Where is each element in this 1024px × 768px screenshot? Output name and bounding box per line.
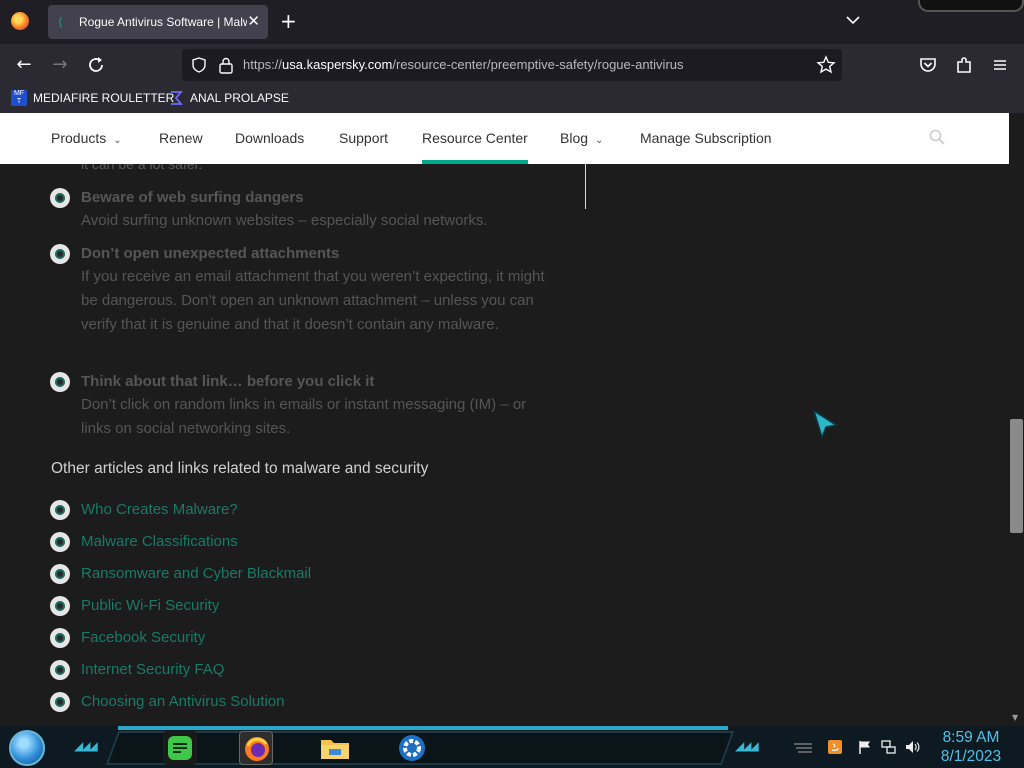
url-bar[interactable]: https://usa.kaspersky.com/resource-cente…	[182, 49, 842, 81]
tip-body: Avoid surfing unknown websites – especia…	[81, 212, 488, 229]
related-link[interactable]: Facebook Security	[81, 629, 205, 646]
clock-time: 8:59 AM	[942, 729, 1000, 746]
nav-label: Blog	[560, 130, 589, 146]
chevron-down-icon[interactable]	[845, 12, 861, 28]
notes-icon[interactable]	[163, 731, 197, 765]
shield-icon[interactable]	[190, 56, 208, 74]
url-prefix: https://	[243, 57, 283, 72]
firefox-icon[interactable]	[239, 731, 273, 765]
related-link[interactable]: Public Wi-Fi Security	[81, 597, 219, 614]
related-link[interactable]: Internet Security FAQ	[81, 661, 224, 678]
url-path: /resource-center/preemptive-safety/rogue…	[392, 57, 684, 72]
taskbar-glow	[118, 726, 728, 730]
nav-label: Renew	[159, 130, 203, 146]
bullet-icon	[50, 532, 70, 552]
nav-item-support[interactable]: Support	[339, 130, 388, 146]
taskbar-lines-icon	[794, 743, 812, 753]
browser-tab-bar: ⟨ Rogue Antivirus Software | Malware ✕ +	[0, 0, 1024, 44]
bookmark-second[interactable]: ANAL PROLAPSE	[168, 90, 289, 106]
url-text[interactable]: https://usa.kaspersky.com/resource-cente…	[243, 57, 684, 72]
sidebar-divider	[585, 164, 586, 209]
faded-text: it can be a lot safer.	[81, 164, 203, 172]
system-clock[interactable]: 8:59 AM 8/1/2023	[936, 728, 1006, 766]
article-content: it can be a lot safer. Beware of web sur…	[0, 164, 1009, 726]
bullet-icon	[50, 692, 70, 712]
search-icon[interactable]	[928, 128, 946, 146]
site-navigation: Products ⌄ Renew Downloads Support Resour…	[0, 113, 1009, 164]
volume-icon[interactable]	[904, 739, 920, 755]
browser-tab-active[interactable]: ⟨ Rogue Antivirus Software | Malware ✕	[48, 5, 268, 39]
forward-arrow-icon[interactable]: →	[48, 53, 72, 77]
bullet-icon	[50, 188, 70, 208]
related-link[interactable]: Choosing an Antivirus Solution	[81, 693, 284, 710]
scrollbar-thumb[interactable]	[1010, 419, 1023, 533]
nav-label: Resource Center	[422, 130, 528, 146]
bookmark-label: MEDIAFIRE ROULETTER	[33, 91, 175, 105]
file-explorer-icon[interactable]	[318, 731, 352, 765]
related-link[interactable]: Ransomware and Cyber Blackmail	[81, 565, 311, 582]
pocket-icon[interactable]	[916, 53, 940, 77]
tab-title: Rogue Antivirus Software | Malware	[79, 15, 247, 29]
nav-item-blog[interactable]: Blog ⌄	[560, 130, 603, 146]
tip-body: Don’t click on random links in emails or…	[81, 396, 527, 437]
new-tab-button[interactable]: +	[280, 11, 297, 31]
related-articles-heading: Other articles and links related to malw…	[51, 460, 429, 477]
mouse-cursor-icon	[812, 409, 838, 439]
reload-icon[interactable]	[84, 53, 108, 77]
url-host: usa.kaspersky.com	[282, 57, 393, 72]
java-icon[interactable]	[827, 739, 843, 755]
extensions-icon[interactable]	[952, 53, 976, 77]
sigma-icon	[171, 91, 183, 105]
back-arrow-icon[interactable]: ←	[12, 53, 36, 77]
decorative-chevrons-icon: ◢◢◢	[735, 739, 759, 753]
tip-body: If you receive an email attachment that …	[81, 268, 545, 333]
nav-label: Products	[51, 130, 107, 146]
related-link[interactable]: Who Creates Malware?	[81, 501, 238, 518]
decorative-chevrons-icon: ◢◢◢	[74, 739, 98, 753]
bullet-icon	[50, 596, 70, 616]
window-decoration	[918, 0, 1024, 12]
related-link[interactable]: Malware Classifications	[81, 533, 238, 550]
chevron-down-icon: ⌄	[113, 135, 122, 146]
tip-title: Beware of web surfing dangers	[81, 189, 304, 206]
network-icon[interactable]	[880, 739, 896, 755]
bookmark-star-icon[interactable]	[816, 55, 836, 75]
chevron-down-icon: ⌄	[595, 135, 604, 146]
bullet-icon	[50, 628, 70, 648]
os-taskbar: ◢◢◢ ◢◢◢ 8:59 AM 8/1/2023	[0, 726, 1024, 768]
nav-item-products[interactable]: Products ⌄	[51, 130, 122, 146]
nav-label: Downloads	[235, 130, 305, 146]
start-button[interactable]	[9, 730, 45, 766]
nav-item-resource-center[interactable]: Resource Center	[422, 130, 528, 146]
nav-label: Support	[339, 130, 389, 146]
bullet-icon	[50, 500, 70, 520]
bullet-icon	[50, 564, 70, 584]
mediafire-icon: MF T	[11, 90, 27, 106]
bookmark-label: ANAL PROLAPSE	[190, 91, 289, 105]
bullet-icon	[50, 244, 70, 264]
kaspersky-favicon-icon: ⟨	[58, 14, 63, 29]
bookmark-mediafire[interactable]: MF T MEDIAFIRE ROULETTER	[11, 90, 174, 106]
tip-title: Think about that link… before you click …	[81, 373, 375, 390]
bullet-icon	[50, 372, 70, 392]
close-tab-icon[interactable]: ✕	[247, 13, 260, 29]
nav-label: Manage Subscription	[640, 130, 772, 146]
lock-icon[interactable]	[218, 56, 234, 74]
bookmarks-toolbar: MF T MEDIAFIRE ROULETTER ANAL PROLAPSE	[0, 86, 1024, 113]
nav-item-renew[interactable]: Renew	[159, 130, 203, 146]
firefox-icon[interactable]	[11, 12, 29, 30]
tip-title: Don’t open unexpected attachments	[81, 245, 340, 262]
scroll-down-icon[interactable]: ▼	[1012, 713, 1018, 722]
flag-icon[interactable]	[857, 739, 873, 755]
clock-date: 8/1/2023	[940, 748, 1002, 765]
hamburger-menu-icon[interactable]	[988, 53, 1012, 77]
browser-nav-bar: ← → https://usa.kaspersky.com/resource-c…	[0, 44, 1024, 86]
nav-item-downloads[interactable]: Downloads	[235, 130, 304, 146]
settings-icon[interactable]	[395, 731, 429, 765]
bullet-icon	[50, 660, 70, 680]
nav-item-manage-subscription[interactable]: Manage Subscription	[640, 130, 772, 146]
